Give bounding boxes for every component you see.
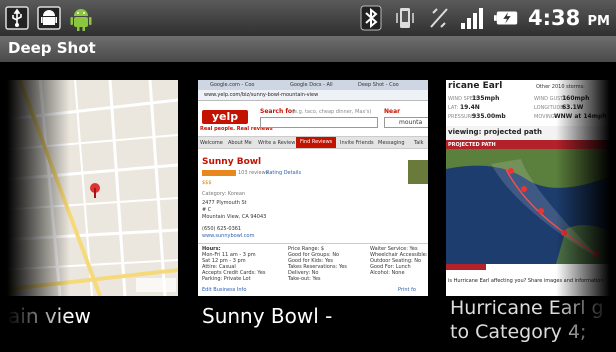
yelp-logo: yelp: [202, 110, 248, 124]
map-thumbnail[interactable]: [0, 80, 178, 296]
moving: WNW at 14mph: [554, 113, 607, 120]
print-link[interactable]: Print fo: [398, 287, 416, 293]
nav-item[interactable]: Messaging: [378, 140, 405, 146]
business-name: Sunny Bowl: [202, 157, 262, 167]
nav-item[interactable]: Welcome: [200, 140, 223, 146]
hurricane-map[interactable]: PROJECTED PATH: [446, 140, 616, 264]
hurricane-header: ricane Earl Other 2010 storms:: [446, 80, 616, 94]
attribute: Parking: Private Lot: [202, 276, 251, 282]
status-bar: 4:38 PM: [0, 0, 616, 36]
browser-tab: Deep Shot - Coo: [358, 82, 399, 88]
android-debug-icon: [36, 4, 62, 32]
caption-line: to Category 4;: [450, 321, 587, 343]
latitude: 19.4N: [460, 104, 480, 111]
search-input[interactable]: [260, 117, 378, 128]
price: $$$: [202, 180, 212, 186]
pressure: 935.00mb: [472, 113, 506, 120]
near-label: Near: [384, 108, 401, 115]
vibrate-icon: [392, 4, 418, 32]
hurricane-thumbnail[interactable]: ricane Earl Other 2010 storms: WIND SPEE…: [446, 80, 616, 296]
app-title: Deep Shot: [8, 39, 96, 57]
search-label: Search for: [260, 108, 296, 115]
footer-question: is Hurricane Earl affecting you? Share i…: [448, 278, 604, 284]
website-link[interactable]: www.sunnybowl.com: [202, 233, 254, 239]
bluetooth-icon: [358, 4, 384, 32]
signal-icon: [460, 4, 486, 32]
business-photo[interactable]: [408, 160, 428, 184]
system-icons: 4:38 PM: [358, 4, 610, 32]
footer-tab: [446, 264, 486, 270]
browser-tab-strip: Google.com - Coo Google Docs - All Deep …: [198, 80, 428, 90]
review-count: 103 reviews: [238, 170, 269, 176]
app-title-bar: Deep Shot: [0, 36, 616, 62]
notification-icons: [4, 4, 94, 32]
star-rating: [202, 170, 236, 176]
phone: (650) 625-0361: [202, 226, 242, 232]
panel-title: PROJECTED PATH: [448, 142, 496, 148]
url-text: www.yelp.com/biz/sunny-bowl-mountain-vie…: [204, 92, 319, 98]
viewing-label: viewing: projected path: [448, 128, 542, 136]
address-line: Mountain View, CA 94043: [202, 214, 267, 220]
wind-speed: 135mph: [472, 95, 500, 102]
category: Category: Korean: [202, 191, 246, 197]
storm-stats: WIND SPEED: 135mph LAT: 19.4N PRESSURE: …: [446, 94, 616, 126]
caption-line: Hurricane Earl g: [450, 297, 604, 319]
longitude: 63.1W: [562, 104, 584, 111]
map-panel-header: PROJECTED PATH: [446, 140, 616, 149]
card-caption: Hurricane Earl g to Category 4;: [450, 296, 604, 344]
search-hint: (e.g. taco, cheap dinner, Max's): [292, 109, 372, 115]
other-storms-label: Other 2010 storms:: [536, 84, 585, 90]
usb-icon: [4, 4, 30, 32]
attribute: Take-out: Yes: [288, 276, 321, 282]
rating-details-link[interactable]: Rating Details: [266, 170, 301, 176]
near-input[interactable]: mounta: [384, 117, 428, 128]
sync-icon: [426, 4, 452, 32]
hurricane-title: ricane Earl: [448, 81, 503, 91]
card-caption: Sunny Bowl -: [202, 304, 333, 328]
hurricane-footer: is Hurricane Earl affecting you? Share i…: [446, 264, 616, 296]
divider: [198, 243, 428, 244]
address-line: # C: [202, 207, 212, 213]
nav-item[interactable]: Write a Review: [258, 140, 295, 146]
nav-item-active[interactable]: Find Reviews: [296, 137, 337, 148]
wind-gusts: 160mph: [562, 95, 590, 102]
android-notification-icon: [68, 4, 94, 32]
nav-item[interactable]: Talk: [414, 140, 424, 146]
attribute: Alcohol: None: [370, 270, 405, 276]
browser-tab: Google Docs - All: [290, 82, 333, 88]
clock: 4:38 PM: [527, 6, 610, 30]
webpage-thumbnail[interactable]: Google.com - Coo Google Docs - All Deep …: [198, 80, 428, 296]
address-line: 2477 Plymouth St: [202, 200, 247, 206]
yelp-nav: Welcome About Me Write a Review Find Rev…: [198, 136, 428, 149]
nav-item[interactable]: About Me: [228, 140, 252, 146]
battery-icon: [493, 4, 520, 32]
edit-business-link[interactable]: Edit Business Info: [202, 287, 246, 293]
address-bar: www.yelp.com/biz/sunny-bowl-mountain-vie…: [198, 90, 428, 101]
browser-tab: Google.com - Coo: [210, 82, 255, 88]
nav-item[interactable]: Invite Friends: [340, 140, 374, 146]
card-caption: ain view: [8, 304, 91, 328]
